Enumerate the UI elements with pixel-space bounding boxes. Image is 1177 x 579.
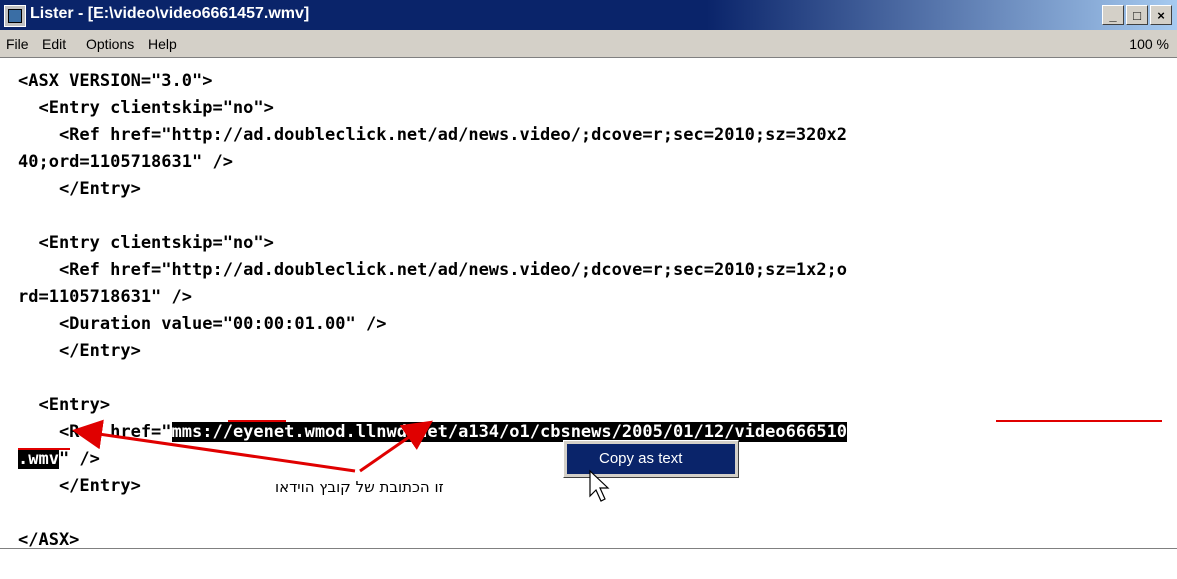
mouse-cursor-icon: [589, 469, 610, 502]
